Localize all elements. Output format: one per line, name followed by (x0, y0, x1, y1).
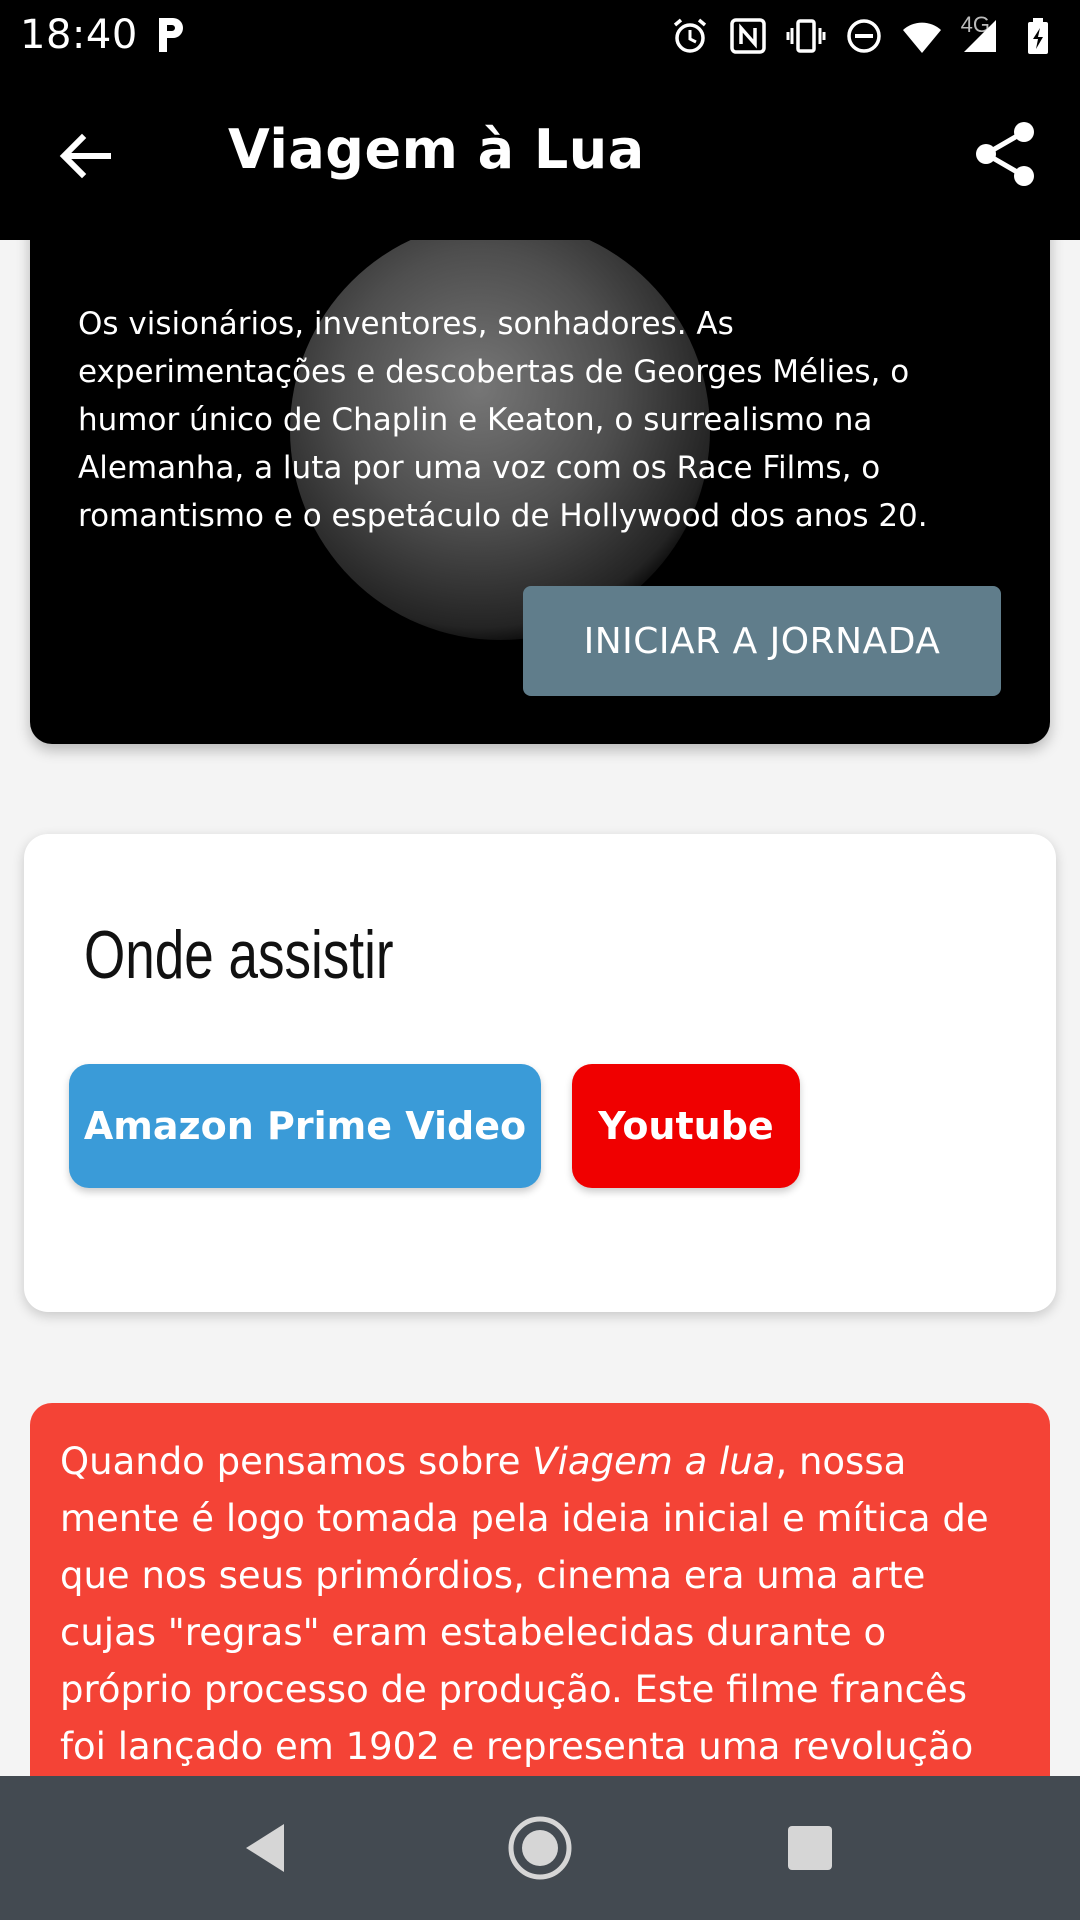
share-icon[interactable] (972, 120, 1040, 188)
start-journey-button[interactable]: INICIAR A JORNADA (523, 586, 1001, 696)
description-body: , nossa mente é logo tomada pela ideia i… (60, 1440, 989, 1768)
arrow-back-icon[interactable] (52, 124, 116, 188)
amazon-prime-video-button[interactable]: Amazon Prime Video (69, 1064, 541, 1188)
do-not-disturb-icon (847, 19, 881, 53)
status-bar: 18:40 4G (0, 0, 1080, 72)
nav-back-icon[interactable] (234, 1814, 302, 1882)
where-to-watch-card: Onde assistir Amazon Prime Video Youtube (24, 834, 1056, 1312)
battery-charging-icon (1028, 18, 1048, 54)
signal-icon (964, 20, 996, 52)
description-text: Quando pensamos sobre Viagem a lua, noss… (60, 1433, 1020, 1775)
wifi-icon (903, 22, 941, 53)
description-film-title: Viagem a lua (532, 1440, 776, 1483)
nav-home-icon[interactable] (506, 1814, 574, 1882)
description-card: Quando pensamos sobre Viagem a lua, noss… (30, 1403, 1050, 1823)
p-icon (159, 18, 183, 52)
journey-description: Os visionários, inventores, sonhadores. … (78, 306, 928, 534)
nav-recents-icon[interactable] (776, 1814, 844, 1882)
description-intro: Quando pensamos sobre (60, 1440, 533, 1483)
where-to-watch-title: Onde assistir (84, 917, 394, 993)
alarm-icon (673, 18, 707, 53)
nfc-icon (730, 18, 766, 54)
navigation-bar (0, 1776, 1080, 1920)
status-time: 18:40 (20, 12, 138, 58)
journey-card: Os visionários, inventores, sonhadores. … (30, 180, 1050, 744)
app-bar: Viagem à Lua (0, 72, 1080, 240)
youtube-button[interactable]: Youtube (572, 1064, 800, 1188)
vibrate-icon (786, 19, 826, 53)
page-title: Viagem à Lua (228, 118, 645, 181)
